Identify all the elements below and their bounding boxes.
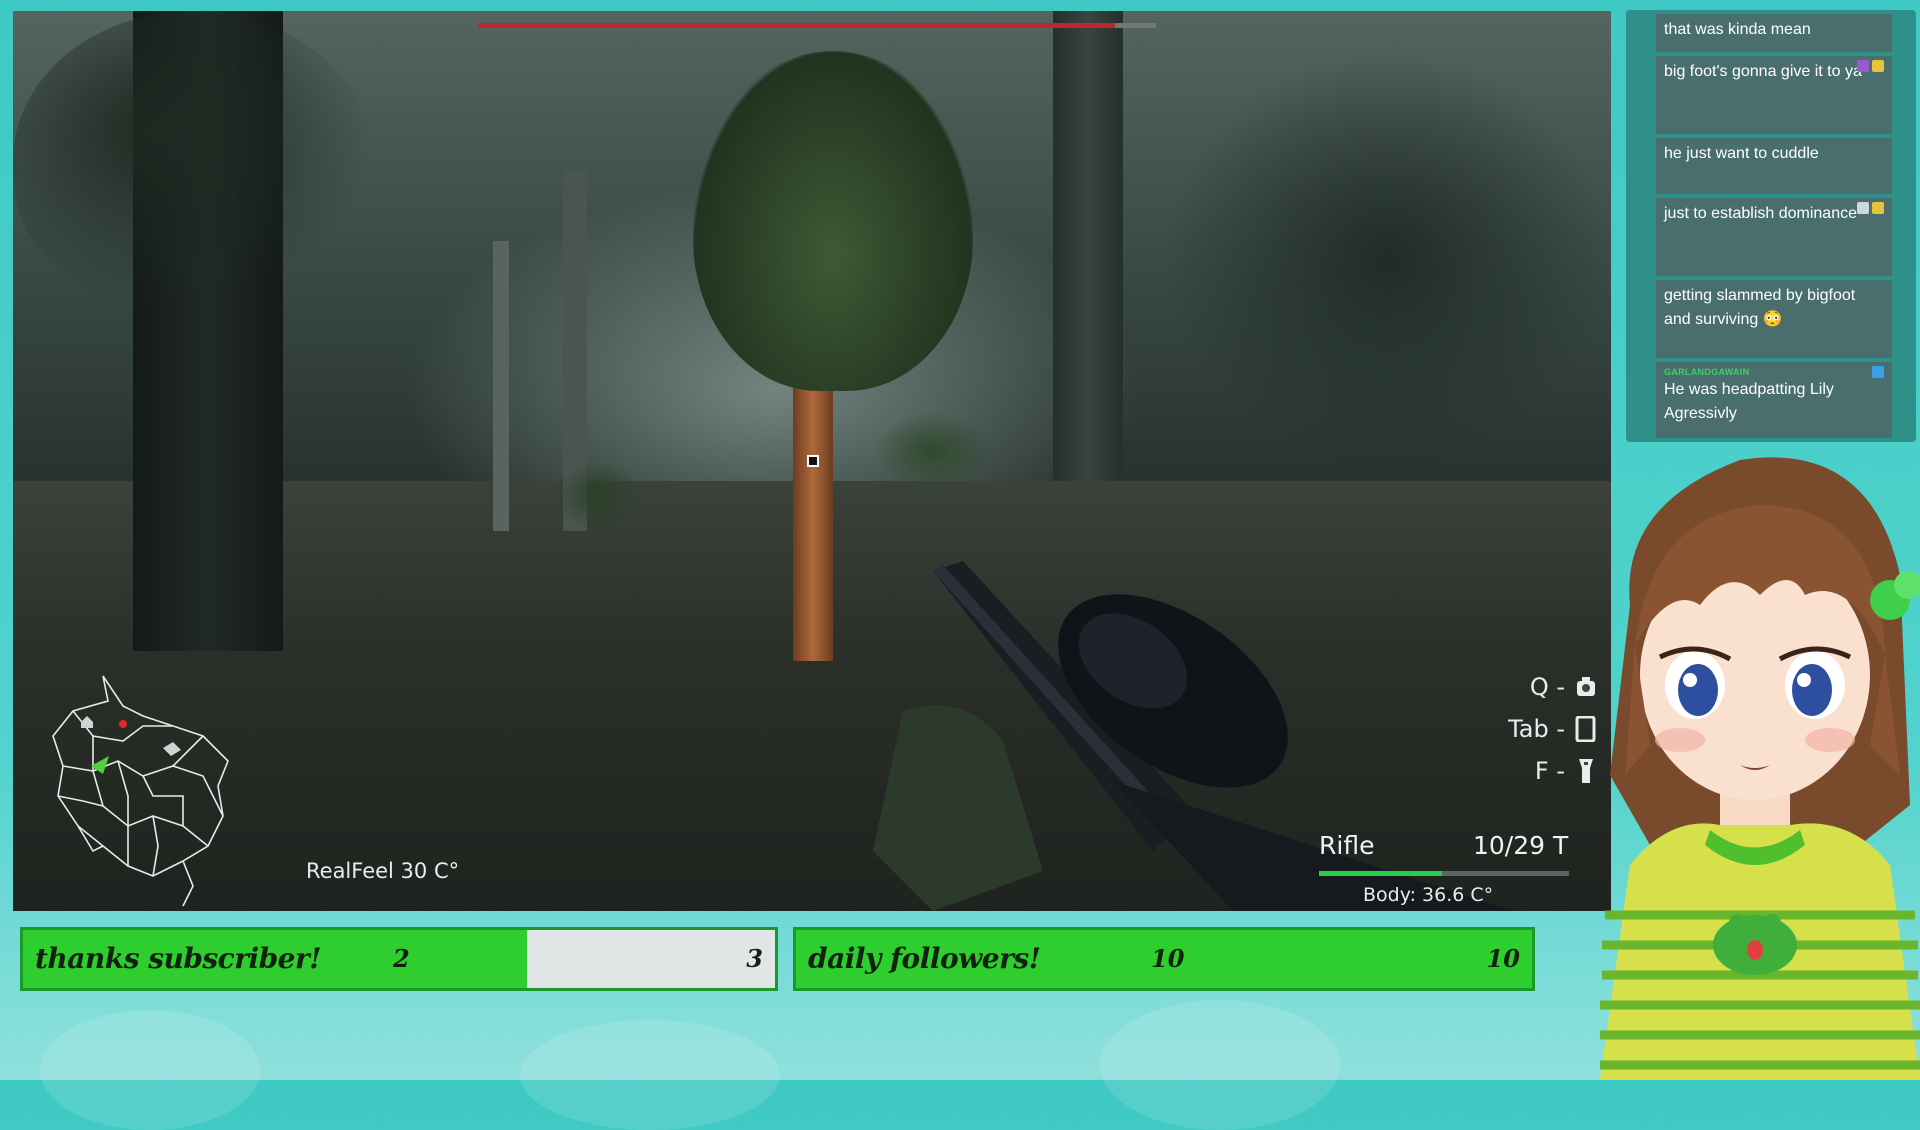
chat-text: getting slammed by bigfoot and surviving… — [1664, 287, 1856, 328]
center-tree-trunk — [793, 351, 833, 661]
tree-trunk — [1053, 11, 1123, 481]
chat-badges — [1857, 60, 1884, 72]
goal-target: 3 — [746, 944, 763, 973]
chat-text: He was headpatting Lily Agressivly — [1664, 381, 1834, 422]
goal-target: 10 — [1486, 944, 1520, 973]
body-temperature: Body: 36.6 C° — [1363, 884, 1494, 906]
crosshair — [807, 455, 819, 467]
goal-label: daily followers! — [808, 942, 1041, 975]
boss-health-fill — [478, 23, 1116, 28]
minimap[interactable] — [33, 666, 233, 911]
health-bar — [1319, 871, 1569, 876]
follower-goal-bar: daily followers! 10 10 — [793, 927, 1535, 991]
hotkey-phone: Tab - — [1469, 708, 1599, 750]
tree-foliage — [1163, 51, 1611, 471]
bg-blob — [520, 1020, 780, 1130]
chat-username: GARLANDGAWAIN — [1664, 367, 1750, 377]
chat-text: just to establish dominance — [1664, 205, 1857, 222]
chat-text: he just want to cuddle — [1664, 145, 1819, 162]
chat-message: getting slammed by bigfoot and surviving… — [1656, 280, 1892, 358]
bigfoot-marker-icon — [119, 720, 127, 728]
chat-message: GARLANDGAWAIN He was headpatting Lily Ag… — [1656, 362, 1892, 438]
vip-badge-icon — [1857, 202, 1869, 214]
goal-empty-portion — [526, 930, 775, 988]
chat-badges — [1857, 202, 1884, 214]
bits-badge-icon — [1872, 202, 1884, 214]
chat-panel[interactable]: that was kinda mean big foot's gonna giv… — [1626, 10, 1916, 442]
bush — [873, 411, 993, 491]
bits-badge-icon — [1872, 60, 1884, 72]
hotkey-label: Q - — [1529, 673, 1565, 701]
goal-current: 10 — [1151, 944, 1185, 973]
chat-text: that was kinda mean — [1664, 21, 1811, 38]
subscriber-goal-bar: thanks subscriber! 2 3 — [20, 927, 778, 991]
ammo-counter: 10/29 T — [1473, 831, 1569, 860]
chat-message: that was kinda mean — [1656, 14, 1892, 52]
goal-current: 2 — [393, 944, 410, 973]
bush — [553, 461, 643, 531]
game-viewport[interactable]: RealFeel 30 C° Q - Tab - F - Rifle 10/29… — [13, 11, 1611, 911]
health-bar-fill — [1319, 871, 1442, 876]
chat-message: just to establish dominance — [1656, 198, 1892, 276]
weapon-name: Rifle — [1319, 831, 1375, 860]
boss-health-bar — [478, 23, 1156, 28]
landmark-icon — [163, 742, 181, 756]
chat-text: big foot's gonna give it to ya — [1664, 63, 1862, 80]
chat-message: he just want to cuddle — [1656, 138, 1892, 194]
center-tree-foliage — [693, 51, 973, 391]
vtuber-avatar — [1600, 457, 1920, 1080]
realfeel-temperature: RealFeel 30 C° — [306, 859, 460, 883]
bg-blob — [1100, 1000, 1340, 1130]
hotkey-label: F - — [1534, 757, 1565, 785]
chat-badges — [1872, 366, 1884, 378]
hotkey-list: Q - Tab - F - — [1469, 666, 1599, 792]
goal-label: thanks subscriber! — [35, 942, 322, 975]
tree-trunk — [493, 241, 509, 531]
rifle-viewmodel — [873, 561, 1513, 911]
chat-message: big foot's gonna give it to ya — [1656, 56, 1892, 134]
tree-foliage — [13, 11, 373, 311]
hotkey-label: Tab - — [1508, 715, 1565, 743]
prime-badge-icon — [1872, 366, 1884, 378]
hotkey-flashlight: F - — [1469, 750, 1599, 792]
hotkey-camera: Q - — [1469, 666, 1599, 708]
home-icon — [81, 716, 93, 728]
sub-badge-icon — [1857, 60, 1869, 72]
bg-blob — [40, 1010, 260, 1130]
